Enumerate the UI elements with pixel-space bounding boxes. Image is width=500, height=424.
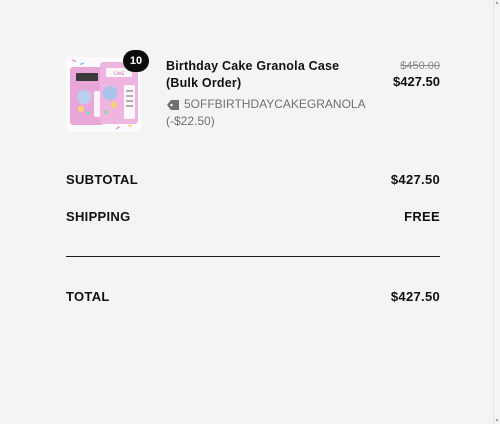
price-column: $450.00 $427.50	[393, 59, 440, 91]
scroll-down-arrow-icon[interactable]: ▼	[494, 418, 500, 424]
shipping-value: FREE	[404, 208, 440, 224]
product-title: Birthday Cake Granola Case (Bulk Order)	[166, 59, 340, 90]
subtotal-row: SUBTOTAL $427.50	[66, 170, 440, 188]
summary-divider	[66, 256, 440, 257]
discount-tag-icon	[167, 99, 179, 110]
quantity-badge: 10	[123, 50, 149, 72]
scroll-up-arrow-icon[interactable]: ▲	[494, 0, 500, 6]
original-price: $450.00	[400, 60, 440, 72]
discount-code: 5OFFBIRTHDAYCAKEGRANOLA	[184, 97, 366, 111]
total-value: $427.50	[390, 288, 440, 304]
total-label: TOTAL	[66, 288, 110, 304]
discount-amount: (-$22.50)	[166, 114, 215, 128]
shipping-row: SHIPPING FREE	[66, 207, 440, 225]
subtotal-label: SUBTOTAL	[66, 171, 138, 187]
order-summary-panel: CAKE 10 Birthday Cake Granola Case (Bulk…	[0, 0, 500, 424]
line-item: CAKE 10 Birthday Cake Granola Case (Bulk…	[66, 50, 440, 137]
discount-info: 5OFFBIRTHDAYCAKEGRANOLA (-$22.50)	[166, 96, 366, 130]
total-row: TOTAL $427.50	[66, 287, 440, 305]
svg-text:CAKE: CAKE	[114, 71, 125, 76]
subtotal-value: $427.50	[390, 171, 440, 187]
scrollbar[interactable]: ▲ ▼	[493, 0, 500, 424]
discounted-price: $427.50	[393, 74, 440, 89]
shipping-label: SHIPPING	[66, 208, 131, 224]
